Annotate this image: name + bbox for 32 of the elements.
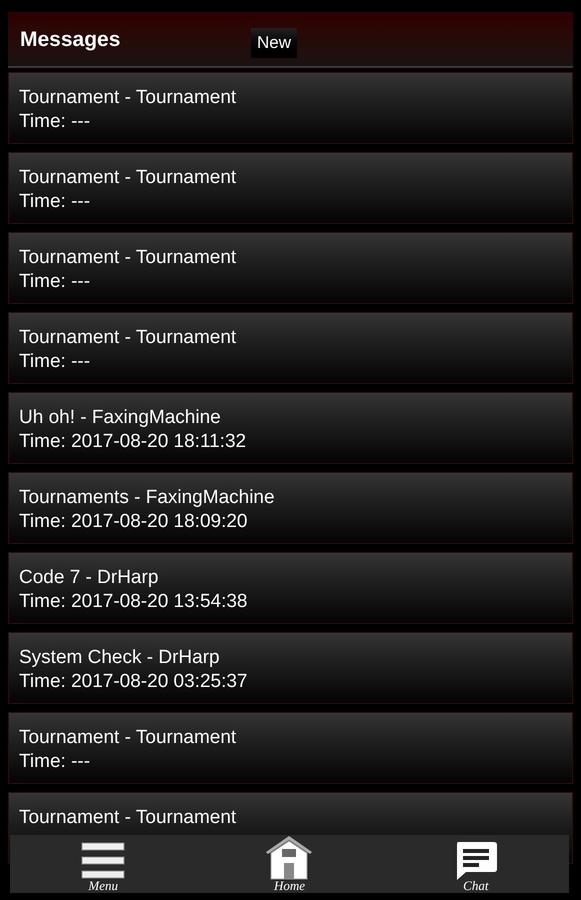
message-item[interactable]: Tournament - Tournament Time: ---: [8, 712, 573, 784]
message-time: Time: ---: [19, 190, 92, 214]
message-title: Tournament - Tournament: [19, 166, 238, 190]
message-title: Uh oh! - FaxingMachine: [19, 406, 222, 430]
message-time: Time: 2017-08-20 03:25:37: [19, 670, 249, 694]
message-title: Tournament - Tournament: [19, 326, 238, 350]
message-title: Tournament - Tournament: [19, 246, 238, 270]
message-time: Time: 2017-08-20 18:09:20: [19, 510, 249, 534]
message-title: Code 7 - DrHarp: [19, 566, 160, 590]
message-title: Tournament - Tournament: [19, 726, 238, 750]
message-time: Time: 2017-08-20 18:11:32: [19, 430, 248, 454]
message-item[interactable]: Tournaments - FaxingMachine Time: 2017-08-20 18:09:20: [8, 472, 573, 544]
message-title: Tournament - Tournament: [19, 806, 238, 830]
message-item[interactable]: Tournament - Tournament Time: ---: [8, 152, 573, 224]
message-time: Time: ---: [19, 110, 92, 134]
house-icon: [265, 835, 314, 881]
message-time: Time: 2017-08-20 13:54:38: [19, 590, 249, 614]
page-title: Messages: [20, 27, 120, 53]
message-title: System Check - DrHarp: [19, 646, 221, 670]
message-time: Time: ---: [19, 270, 92, 294]
message-title: Tournament - Tournament: [19, 86, 238, 110]
message-item[interactable]: Tournament - Tournament Time: ---: [8, 312, 573, 384]
message-title: Tournaments - FaxingMachine: [19, 486, 276, 510]
new-button[interactable]: New: [251, 28, 298, 58]
message-item[interactable]: Uh oh! - FaxingMachine Time: 2017-08-20 18:11:32: [8, 392, 573, 464]
message-item[interactable]: Tournament - Tournament Time: ---: [8, 72, 573, 144]
message-item[interactable]: Code 7 - DrHarp Time: 2017-08-20 13:54:38: [8, 552, 573, 624]
message-item[interactable]: System Check - DrHarp Time: 2017-08-20 03:25:37: [8, 632, 573, 704]
message-item[interactable]: Tournament - Tournament Time: ---: [8, 232, 573, 304]
message-time: Time: ---: [19, 350, 92, 374]
message-time: Time: ---: [19, 750, 92, 774]
menu-icon: [81, 841, 126, 881]
